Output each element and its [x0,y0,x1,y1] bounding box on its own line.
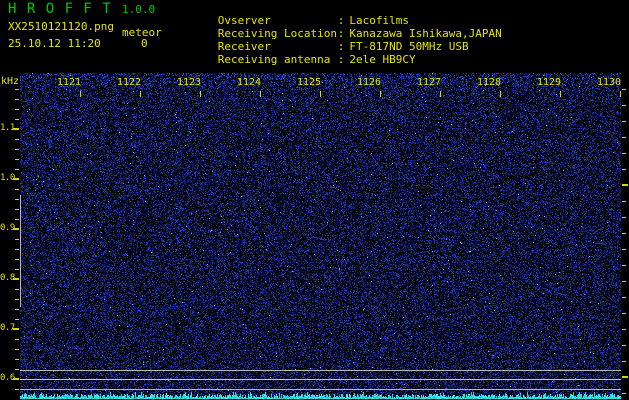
x-tick [620,91,621,97]
y-tick-minor [15,99,19,100]
y-right-tick-minor [622,329,626,330]
y-right-tick-minor [622,249,626,250]
y-right-tick-minor [622,265,626,266]
x-tick [80,91,81,97]
y-tick-minor [15,89,19,90]
y-tick-major [13,178,19,180]
y-tick-minor [15,249,19,250]
x-tick [320,91,321,97]
y-tick-minor [15,109,19,110]
y-tick-minor [15,319,19,320]
y-axis-unit-label: kHz [1,76,20,87]
y-tick-label: 1.1 [0,123,15,133]
y-tick-minor [15,299,19,300]
y-right-tick-minor [622,153,626,154]
y-tick-minor [15,339,19,340]
carrier-line-middle [20,379,621,380]
y-right-tick-minor [622,217,626,218]
y-tick-major [13,378,19,380]
x-tick [200,91,201,97]
y-right-tick-minor [622,393,626,394]
y-tick-minor [15,159,19,160]
y-tick-minor [15,289,19,290]
y-tick-minor [15,139,19,140]
y-right-tick-minor [622,361,626,362]
x-tick-label: 1127 [417,77,442,88]
y-tick-label: 0.7 [0,323,15,333]
y-right-tick-minor [622,313,626,314]
y-tick-label: 0.8 [0,273,15,283]
y-right-tick-minor [622,137,626,138]
x-tick [260,91,261,97]
y-right-tick-minor [622,297,626,298]
y-tick-major [13,228,19,230]
x-tick [440,91,441,97]
y-tick-minor [15,189,19,190]
y-tick-label: 1.0 [0,173,15,183]
carrier-line-upper [20,370,621,371]
y-tick-minor [15,209,19,210]
y-right-tick-minor [622,105,626,106]
y-tick-label: 0.6 [0,373,15,383]
x-tick-label: 1126 [357,77,382,88]
x-tick-label: 1121 [57,77,82,88]
y-tick-label: 0.9 [0,223,15,233]
y-tick-minor [15,389,19,390]
vertical-line-artifact [20,195,21,307]
y-right-tick-minor [622,89,626,90]
y-tick-minor [15,149,19,150]
y-right-tick-minor [622,233,626,234]
y-tick-minor [15,259,19,260]
y-tick-minor [15,239,19,240]
x-tick [500,91,501,97]
spectrogram: kHz 1121 1122 1123 1124 1125 1126 1127 1128 1129… [0,0,629,400]
spectrogram-noise-canvas [20,72,621,400]
y-tick-major [13,128,19,130]
x-tick-label: 1128 [477,77,502,88]
y-right-tick-minor [622,281,626,282]
y-right-tick-major [622,376,628,378]
x-tick-label: 1122 [117,77,142,88]
y-tick-minor [15,349,19,350]
x-tick [380,91,381,97]
y-tick-major [13,328,19,330]
x-tick-label: 1125 [297,77,322,88]
y-tick-minor [15,219,19,220]
x-tick [140,91,141,97]
y-tick-minor [15,369,19,370]
x-tick [560,91,561,97]
y-tick-minor [15,169,19,170]
x-tick-label: 1129 [537,77,562,88]
y-tick-minor [15,199,19,200]
y-tick-minor [15,269,19,270]
hrofft-window: H R O F F T 1.0.0 XX2510121120.png meteo… [0,0,629,400]
y-tick-minor [15,309,19,310]
y-right-tick-minor [622,169,626,170]
y-right-tick-minor [622,121,626,122]
y-tick-minor [15,119,19,120]
x-tick-label: 1123 [177,77,202,88]
carrier-line-lower [20,389,621,390]
y-right-tick-major [622,184,628,186]
y-tick-major [13,278,19,280]
y-right-tick-minor [622,201,626,202]
y-tick-minor [15,359,19,360]
y-right-tick-minor [622,345,626,346]
x-tick-label: 1130 [597,77,622,88]
x-tick-label: 1124 [237,77,262,88]
